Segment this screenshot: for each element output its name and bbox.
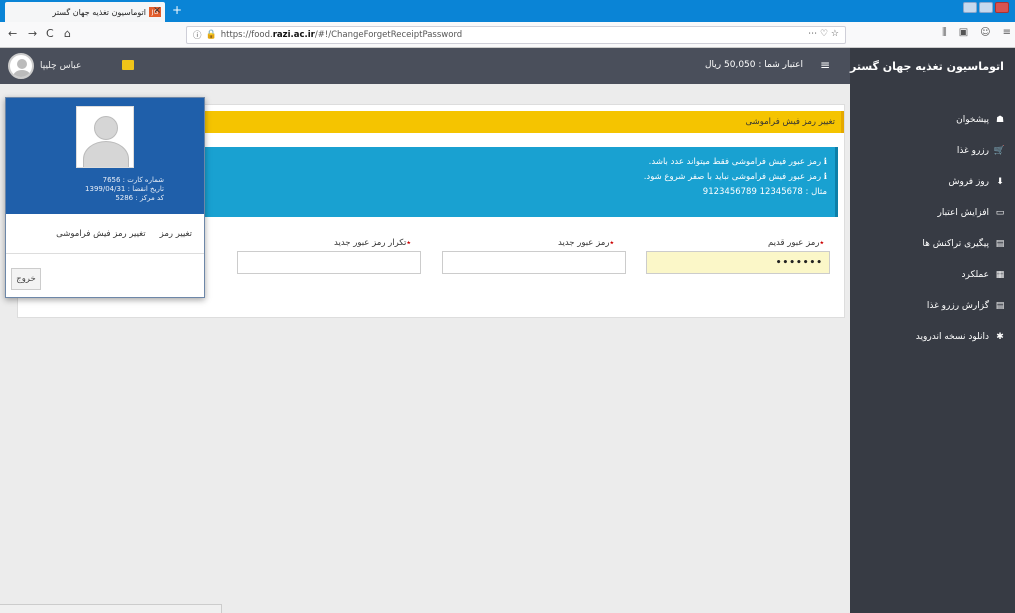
- dashboard-icon: ☗: [995, 114, 1005, 125]
- back-icon[interactable]: ←: [8, 27, 17, 40]
- window-controls: [963, 2, 1009, 13]
- sidebar-item-reserve[interactable]: 🛒 رزرو غذا: [850, 135, 1015, 166]
- menu-toggle-icon[interactable]: ≡: [820, 58, 830, 72]
- user-name: عباس چلیپا: [40, 61, 82, 71]
- cart-icon: 🛒: [993, 145, 1005, 156]
- user-photo: [76, 106, 134, 168]
- tab-title: اتوماسیون تغذیه جهان گستر: [52, 7, 146, 17]
- url-path: /#!/ChangeForgetReceiptPassword: [314, 30, 463, 40]
- sidebar-toggle-icon[interactable]: ▣: [959, 27, 968, 38]
- android-icon: ✱: [996, 331, 1004, 342]
- table-icon: ▦: [995, 269, 1005, 280]
- browser-tab[interactable]: JG اتوماسیون تغذیه جهان گستر ×: [5, 2, 165, 22]
- sidebar-item-dashboard[interactable]: ☗ پیشخوان: [850, 104, 1015, 135]
- user-info: شماره کارت : 7656 تاریخ انقضا : 1399/04/…: [85, 176, 164, 203]
- center-code: کد مرکز : 5286: [115, 194, 164, 202]
- forward-icon[interactable]: →: [28, 27, 37, 40]
- sidebar-item-add-credit[interactable]: ▭ افزایش اعتبار: [850, 197, 1015, 228]
- repeat-password-label: ٭تکرار رمز عبور جدید: [334, 238, 411, 248]
- home-icon[interactable]: ⌂: [64, 27, 71, 40]
- lock-icon: 🔒: [205, 30, 217, 40]
- new-password-field[interactable]: [442, 251, 626, 274]
- browser-status-bar: [0, 604, 222, 613]
- minimize-button[interactable]: [963, 2, 977, 13]
- sidebar-item-performance[interactable]: ▦ عملکرد: [850, 259, 1015, 290]
- sidebar-item-label: پیگیری تراکنش ها: [922, 238, 989, 249]
- user-card: شماره کارت : 7656 تاریخ انقضا : 1399/04/…: [6, 98, 204, 214]
- brand-title[interactable]: اتوماسیون تغذیه جهان گستر: [850, 48, 1015, 84]
- user-dropdown: شماره کارت : 7656 تاریخ انقضا : 1399/04/…: [5, 97, 205, 298]
- info-icon[interactable]: ⓘ: [193, 29, 202, 41]
- list-icon: ▤: [995, 300, 1005, 311]
- library-icon[interactable]: ⫼: [942, 27, 947, 38]
- sidebar-item-day-sale[interactable]: ⬇ روز فروش: [850, 166, 1015, 197]
- dropdown-links: تغییر رمز تغییر رمز فیش فراموشی: [6, 214, 204, 254]
- app-header: اتوماسیون تغذیه جهان گستر ≡ اعتبار شما :…: [0, 48, 1015, 84]
- close-tab-icon[interactable]: ×: [153, 5, 161, 16]
- sidebar-item-label: رزرو غذا: [956, 145, 989, 156]
- sidebar-item-label: دانلود نسخه اندروید: [915, 331, 989, 342]
- change-forget-password-link[interactable]: تغییر رمز فیش فراموشی: [56, 229, 145, 239]
- sidebar-item-label: پیشخوان: [956, 114, 989, 125]
- sidebar-item-label: گزارش رزرو غذا: [926, 300, 989, 311]
- sidebar-item-label: افزایش اعتبار: [937, 207, 990, 218]
- avatar: [8, 53, 34, 79]
- reload-icon[interactable]: C: [46, 27, 54, 40]
- sidebar-item-android[interactable]: ✱ دانلود نسخه اندروید: [850, 321, 1015, 352]
- logout-button[interactable]: خروج: [11, 268, 41, 290]
- document-icon: ▤: [995, 238, 1005, 249]
- sidebar-item-transactions[interactable]: ▤ پیگیری تراکنش ها: [850, 228, 1015, 259]
- window-close-button[interactable]: [995, 2, 1009, 13]
- user-menu-toggle[interactable]: عباس چلیپا: [8, 53, 81, 79]
- maximize-button[interactable]: [979, 2, 993, 13]
- url-prefix: https://food.: [220, 30, 273, 40]
- credit-balance: اعتبار شما : 50,050 ریال: [705, 60, 803, 70]
- browser-toolbar: ⫼ ▣ ☺ ≡: [942, 27, 1011, 38]
- sidebar-item-reserve-report[interactable]: ▤ گزارش رزرو غذا: [850, 290, 1015, 321]
- new-password-label: ٭رمز عبور جدید: [558, 238, 615, 248]
- browser-tab-strip: JG اتوماسیون تغذیه جهان گستر × +: [0, 0, 1015, 22]
- notification-icon[interactable]: [122, 60, 134, 70]
- card-number: شماره کارت : 7656: [102, 176, 164, 184]
- sidebar-item-label: عملکرد: [961, 269, 990, 280]
- change-password-link[interactable]: تغییر رمز: [160, 229, 192, 239]
- sidebar: ☗ پیشخوان 🛒 رزرو غذا ⬇ روز فروش ▭ افزایش…: [850, 84, 1015, 613]
- page-actions-icon[interactable]: ⋯ ♡ ☆: [808, 29, 839, 39]
- download-icon: ⬇: [996, 176, 1004, 187]
- expiry-date: تاریخ انقضا : 1399/04/31: [85, 185, 164, 193]
- credit-card-icon: ▭: [995, 207, 1005, 218]
- sidebar-item-label: روز فروش: [948, 176, 990, 187]
- repeat-password-field[interactable]: [237, 251, 421, 274]
- browser-nav-bar: ← → C ⌂ ⓘ 🔒 https://food. razi.ac.ir/#!/C…: [0, 22, 1015, 48]
- new-tab-icon[interactable]: +: [172, 3, 182, 17]
- browser-menu-icon[interactable]: ≡: [1003, 27, 1011, 38]
- url-bar[interactable]: ⓘ 🔒 https://food. razi.ac.ir/#!/ChangeFor…: [186, 26, 846, 44]
- old-password-label: ٭رمز عبور قدیم: [768, 238, 825, 248]
- url-domain: razi.ac.ir: [272, 30, 315, 40]
- account-icon[interactable]: ☺: [980, 27, 990, 38]
- old-password-field[interactable]: •••••••: [646, 251, 830, 274]
